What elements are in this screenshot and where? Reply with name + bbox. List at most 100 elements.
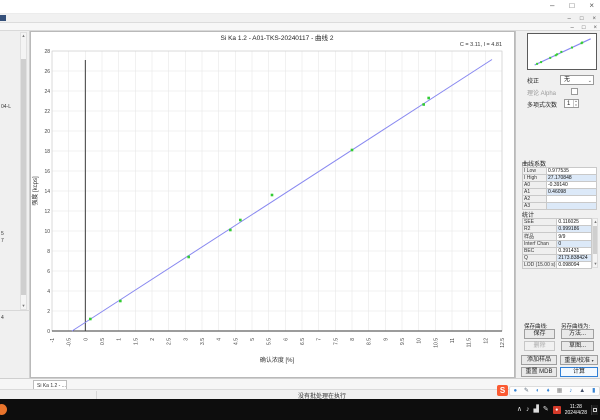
coefficient-row: A2 [522,195,597,203]
ime-tool-icon[interactable]: ✎ [524,387,529,395]
ime-tool-icon[interactable]: ♪ [569,387,572,395]
statistic-row: 样品 9/9 [521,232,592,241]
svg-text:12: 12 [483,338,489,344]
window-controls: – □ × [550,1,594,11]
scrollbar-thumb[interactable] [593,226,597,254]
ime-tool-icon[interactable]: ◐ [536,387,540,395]
taskbar-app-icon[interactable] [0,404,7,415]
minimize-icon[interactable]: – [550,1,554,11]
save-as-draft-button[interactable]: 草图... [561,341,594,351]
coefficient-row: A0 -0.39140 [522,181,597,189]
svg-text:10.5: 10.5 [433,338,439,348]
scroll-down-icon[interactable]: ▼ [593,261,598,267]
restore-icon[interactable]: □ [569,1,574,11]
windows-taskbar[interactable]: ∧ ♪ ▟ ✎ ● 11:28 2024/4/28 [0,399,600,420]
sidebar-item[interactable]: 7 [1,238,4,244]
statistic-row: SEE 0.116025 [521,218,592,226]
title-bar: – □ × [0,0,600,14]
svg-text:4: 4 [217,338,223,341]
alert-icon[interactable]: ● [552,405,561,414]
curve-preview-thumbnail[interactable] [527,33,597,70]
chevron-up-icon[interactable]: ∧ [517,405,522,415]
volume-icon[interactable]: ♪ [526,405,530,415]
svg-text:4.5: 4.5 [233,338,239,345]
calculate-button[interactable]: 计算 [560,367,598,377]
svg-text:-0.5: -0.5 [67,338,73,347]
statistic-label: Interf Chan [521,240,558,248]
theoretical-alpha-checkbox[interactable] [571,88,578,95]
sidebar-item[interactable]: 04-L [1,104,11,110]
ime-tool-icon[interactable]: ▮ [592,387,595,395]
sidebar-item[interactable]: 5 [1,231,4,237]
svg-text:16: 16 [44,169,50,175]
notification-center-icon[interactable] [591,404,598,415]
statistic-row: LOD (15.00 s) 0.098094 [521,261,592,269]
statistic-value: 0.999186 [556,225,592,233]
coefficient-label: I Low [522,167,547,175]
svg-text:8.5: 8.5 [367,338,373,345]
statistic-row: Interf Chan 0 [521,240,592,248]
network-icon[interactable]: ▟ [533,405,538,415]
statistic-label: R2 [521,225,558,233]
svg-text:11: 11 [450,338,456,343]
curve-settings-panel: 校正 无 ⌄ 理论 Alpha 多项式次数 1 ▴ ▾ 曲线系数 I Low 0.9… [515,31,600,378]
svg-text:3.5: 3.5 [200,338,206,345]
svg-text:9: 9 [383,338,389,341]
ime-logo-icon[interactable]: S [497,385,508,396]
svg-text:7.5: 7.5 [333,338,339,345]
pen-icon[interactable]: ✎ [543,405,549,415]
save-button[interactable]: 保存 [524,329,555,339]
correction-label: 校正 [527,79,540,85]
ime-tool-icon[interactable]: ● [513,387,517,395]
chevron-down-icon: ▾ [591,358,594,363]
svg-text:22: 22 [44,109,50,115]
svg-text:确认浓度 [%]: 确认浓度 [%] [260,356,295,364]
polynomial-degree-value: 1 [567,101,571,107]
statistic-row: Q 2173.838424 [521,254,592,262]
ime-tool-icon[interactable]: ♦ [547,387,550,395]
save-as-method-button[interactable]: 方法... [561,329,594,339]
weight-calibration-dropdown-button[interactable]: 重量/校准 ▾ [560,355,598,365]
scroll-up-icon[interactable]: ▲ [21,33,26,39]
taskbar-clock[interactable]: 11:28 2024/4/28 [565,404,587,416]
coefficient-value: 27.170848 [546,174,597,182]
svg-text:28: 28 [44,49,50,55]
statistic-label: Q [521,254,558,262]
ime-tool-icon[interactable]: ▦ [557,387,563,395]
svg-text:2: 2 [150,338,156,341]
svg-text:5.5: 5.5 [267,338,273,345]
spinner-arrows-icon[interactable]: ▴ ▾ [573,99,578,107]
correction-dropdown[interactable]: 无 ⌄ [560,75,594,85]
add-sample-button[interactable]: 添加样品 [521,355,557,365]
statistics-scrollbar[interactable]: ▲ ▼ [592,218,598,268]
coefficient-value: -0.39140 [546,181,597,189]
sidebar-item[interactable]: 4 [1,315,4,321]
reset-button[interactable]: 重置 MDB [521,367,557,377]
document-window-bar: – □ × [0,23,600,31]
navigation-sidebar: 04-L 5 7 4 ▲ ▼ [0,31,30,378]
statistic-row: R2 0.999186 [521,225,592,233]
close-icon[interactable]: × [589,1,594,11]
svg-text:8: 8 [350,338,356,341]
scrollbar-thumb[interactable] [21,59,26,295]
calibration-curve-chart[interactable]: -1 -0.5 0 0.5 1 1.5 2 2.5 3 3.5 4 4.5 5 5.5 6 6.5 7 7.5 8 8… [31,32,514,377]
statistic-value: 2173.838424 [556,254,592,262]
svg-text:12.5: 12.5 [500,338,506,348]
ime-toolbar: S ● ✎ ◐ ♦ ▦ ♪ ▲ ▮ [497,384,600,397]
svg-text:12: 12 [44,209,50,215]
ime-tool-icon[interactable]: ▲ [579,387,585,395]
svg-text:强度 [kcps]: 强度 [kcps] [31,176,39,206]
svg-text:6: 6 [283,338,289,341]
svg-text:20: 20 [44,129,50,135]
sidebar-scrollbar[interactable]: ▲ ▼ [20,32,27,310]
svg-text:0: 0 [47,329,50,335]
correction-value: 无 [564,77,571,83]
scroll-up-icon[interactable]: ▲ [593,219,598,225]
curve-preview-chart [534,38,591,66]
calibration-chart-panel: -1 -0.5 0 0.5 1 1.5 2 2.5 3 3.5 4 4.5 5 5.5 6 6.5 7 7.5 8 8… [30,31,515,378]
svg-text:3: 3 [183,338,189,341]
coefficient-value: 0.46098 [546,188,597,196]
polynomial-degree-stepper[interactable]: 1 ▴ ▾ [564,99,579,108]
scroll-down-icon[interactable]: ▼ [21,303,26,309]
tray-icon-group: ∧ ♪ ▟ ✎ [517,405,549,415]
